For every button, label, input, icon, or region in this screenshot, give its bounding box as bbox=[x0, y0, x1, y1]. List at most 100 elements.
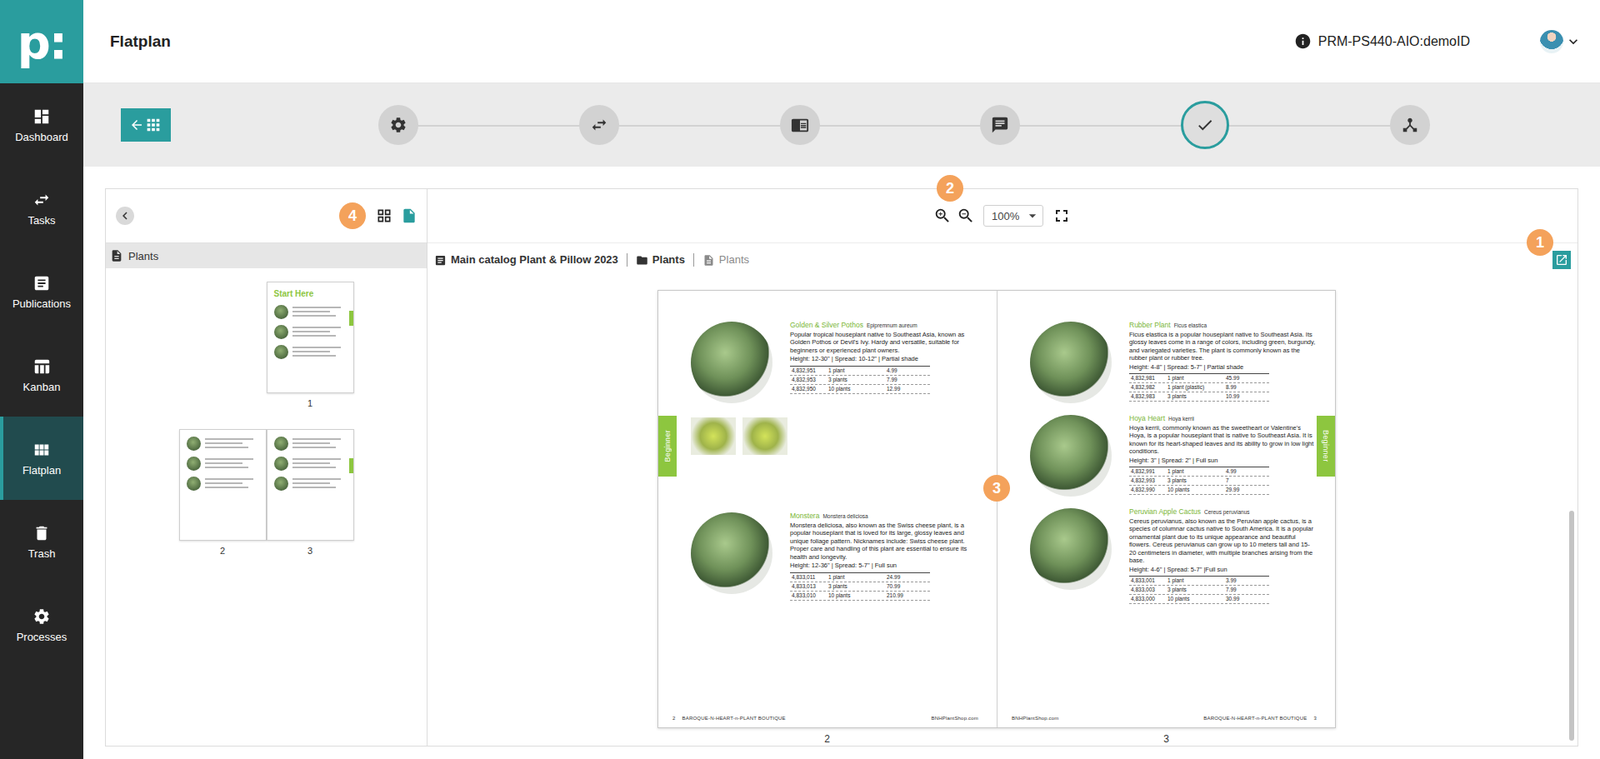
product-text: MonsteraMonstera deliciosaMonstera delic… bbox=[790, 512, 979, 601]
preview-stage: BeginnerGolden & Silver PothosEpipremnum… bbox=[427, 269, 1578, 746]
sidebar-label: Trash bbox=[28, 547, 56, 560]
breadcrumb-item[interactable]: Plants bbox=[693, 253, 750, 267]
step-button[interactable] bbox=[378, 105, 419, 145]
price-row: 4,833,0011 plant3.99 bbox=[1129, 576, 1270, 586]
thumbnail-photo bbox=[274, 305, 289, 320]
thumbnail-list: Start Here123 bbox=[105, 268, 427, 570]
sidebar-item[interactable]: Kanban bbox=[0, 333, 84, 417]
step-button[interactable] bbox=[1180, 100, 1230, 150]
thumbnail-lines bbox=[292, 476, 347, 489]
step-button[interactable] bbox=[980, 105, 1020, 145]
step-badge: 3 bbox=[983, 475, 1010, 502]
sidebar-item[interactable]: Tasks bbox=[0, 166, 84, 250]
sidebar-item[interactable]: Publications bbox=[0, 250, 84, 334]
thumbnail-line bbox=[292, 346, 342, 349]
price-cell: 4,832,950 bbox=[791, 385, 829, 394]
thumbnail-page[interactable]: Start Here bbox=[266, 281, 355, 394]
price-cell: 4.99 bbox=[886, 366, 930, 375]
step-button[interactable] bbox=[780, 105, 820, 145]
price-row: 4,832,95010 plants12.99 bbox=[790, 385, 930, 395]
fullscreen-button[interactable] bbox=[1051, 205, 1072, 226]
document-icon bbox=[32, 274, 51, 293]
sidebar-item[interactable]: Flatplan bbox=[0, 416, 84, 500]
thumbnail-entry bbox=[186, 456, 260, 471]
thumbnail-lines bbox=[292, 325, 347, 337]
page-icon bbox=[400, 207, 418, 225]
price-table: 4,832,9511 plant4.994,832,9533 plants7.9… bbox=[790, 365, 930, 395]
scrollbar-thumb[interactable] bbox=[1569, 510, 1575, 741]
sidebar-item[interactable]: Dashboard bbox=[0, 83, 84, 167]
price-row: 4,833,0033 plants7.99 bbox=[1129, 585, 1270, 595]
section-row[interactable]: Plants bbox=[105, 243, 427, 269]
logo[interactable]: p: bbox=[0, 0, 84, 84]
user-menu[interactable] bbox=[1540, 30, 1582, 54]
price-cell: 1 plant bbox=[1167, 576, 1226, 585]
sidebar-label: Dashboard bbox=[15, 130, 69, 144]
gear-icon bbox=[32, 607, 51, 626]
page-spread[interactable]: BeginnerGolden & Silver PothosEpipremnum… bbox=[657, 290, 1336, 729]
product-latin: Ficus elastica bbox=[1174, 322, 1207, 329]
view-button[interactable] bbox=[400, 207, 418, 225]
view-button[interactable] bbox=[375, 207, 393, 225]
page-icon bbox=[702, 254, 715, 267]
product-specs: Height: 4-6" | Spread: 5-7" |Full sun bbox=[1129, 565, 1317, 575]
thumbnail-photo bbox=[186, 456, 201, 471]
grid-icon bbox=[32, 440, 51, 460]
thumbnail-line bbox=[205, 486, 249, 489]
table-icon bbox=[32, 357, 51, 376]
collapse-button[interactable] bbox=[115, 206, 135, 225]
product-latin: Monstera deliciosa bbox=[822, 513, 868, 520]
info-icon[interactable] bbox=[1294, 32, 1312, 50]
open-external-button[interactable]: 1 bbox=[1552, 250, 1571, 270]
footer-left: BNHPlantShop.com bbox=[1011, 715, 1060, 721]
arrow-left-icon bbox=[129, 117, 145, 133]
thumbnail-entry bbox=[274, 325, 347, 340]
price-cell: 210.99 bbox=[886, 591, 930, 600]
zoom-out-button[interactable] bbox=[956, 206, 975, 225]
product-entry: MonsteraMonstera deliciosaMonstera delic… bbox=[690, 512, 979, 606]
thumbnail-label: 1 bbox=[266, 398, 355, 409]
thumbnail-page[interactable] bbox=[179, 429, 267, 541]
price-cell: 8.99 bbox=[1225, 383, 1270, 392]
page-list-panel: 4PlantsStart Here123 bbox=[105, 189, 428, 746]
step-button[interactable] bbox=[1390, 105, 1430, 145]
chevron-left-icon bbox=[117, 208, 133, 224]
thumbnail-lines bbox=[205, 476, 260, 489]
price-cell: 4,832,991 bbox=[1130, 467, 1168, 476]
thumbnail-line bbox=[205, 438, 255, 440]
page-footer: 2BAROQUE-N-HEART-n-PLANT BOUTIQUEBNHPlan… bbox=[672, 715, 979, 721]
thumbnail-entry bbox=[274, 305, 347, 320]
product-entry: Rubber PlantFicus elasticaFicus elastica… bbox=[1030, 321, 1317, 415]
step-badge: 1 bbox=[1526, 229, 1554, 256]
price-cell: 4,833,011 bbox=[791, 573, 829, 582]
product-description: Popular tropical houseplant native to So… bbox=[790, 330, 979, 355]
price-row: 4,832,9821 plant (plastic)8.99 bbox=[1129, 383, 1270, 393]
product-gallery bbox=[690, 417, 979, 455]
grid-icon bbox=[144, 115, 163, 135]
chat-icon bbox=[990, 115, 1010, 135]
price-cell: 3 plants bbox=[828, 375, 887, 385]
sidebar-item[interactable]: Processes bbox=[0, 583, 84, 667]
breadcrumb-item[interactable]: Plants bbox=[626, 253, 685, 267]
price-cell: 3 plants bbox=[1167, 392, 1226, 401]
zoom-in-button[interactable] bbox=[933, 206, 952, 225]
thumbnail-line bbox=[205, 462, 244, 465]
price-cell: 1 plant bbox=[1167, 467, 1226, 476]
step-button[interactable] bbox=[579, 105, 620, 145]
catalog-page: BeginnerRubber PlantFicus elasticaFicus … bbox=[996, 290, 1335, 728]
product-photo bbox=[1030, 508, 1112, 590]
breadcrumb-item[interactable]: Main catalog Plant & Pillow 2023 bbox=[434, 253, 619, 267]
product-description: Monstera deliciosa, also known as the Sw… bbox=[790, 521, 979, 562]
thumbnail-label: 3 bbox=[266, 545, 355, 556]
thumbnail-line bbox=[205, 478, 255, 480]
swap-icon bbox=[32, 190, 51, 210]
product-layout: Golden & Silver PothosEpipremnum aureumP… bbox=[690, 321, 979, 404]
product-layout: Peruvian Apple CactusCereus peruvianusCe… bbox=[1030, 508, 1317, 605]
price-cell: 7 bbox=[1225, 476, 1270, 485]
sidebar-item[interactable]: Trash bbox=[0, 500, 84, 584]
back-button[interactable] bbox=[120, 108, 171, 142]
zoom-select[interactable]: 100% bbox=[983, 205, 1044, 227]
price-cell: 4,832,981 bbox=[1130, 374, 1168, 383]
thumbnail-page[interactable] bbox=[266, 429, 355, 541]
thumbnail-line bbox=[292, 462, 331, 465]
